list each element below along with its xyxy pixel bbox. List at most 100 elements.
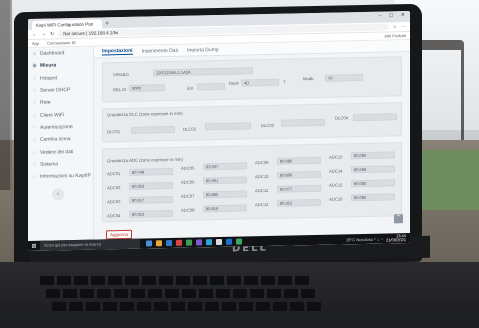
field-label: DLC04 xyxy=(335,115,349,121)
adc-input[interactable]: 80.991 xyxy=(203,176,247,185)
tab-inserimento-dati[interactable]: Inserimento Dati xyxy=(142,47,178,54)
adc-label: ADC04 xyxy=(107,213,121,219)
field-label: DLC01 xyxy=(107,129,121,135)
adc-label: ADC01 xyxy=(107,171,121,177)
sidebar-item-label: Rete xyxy=(40,99,51,107)
adc-input[interactable]: 80.819 xyxy=(203,204,247,213)
taskbar-app-icon[interactable] xyxy=(206,239,212,246)
modb-input[interactable]: 70 xyxy=(325,73,363,82)
keyboard-key xyxy=(46,289,60,298)
adc-input[interactable]: 80.748 xyxy=(129,167,173,176)
menu-item-icon: ◌ xyxy=(33,100,36,107)
adc-input[interactable]: 80.080 xyxy=(351,151,395,160)
menu-item-icon: ⌂ xyxy=(32,50,37,58)
taskbar-app-icon[interactable] xyxy=(226,238,232,245)
sidebar-item-label: Client WiFi xyxy=(40,111,65,119)
adc-input[interactable]: 80.312 xyxy=(277,198,321,207)
adc-label: ADC12 xyxy=(255,201,269,208)
adc-input[interactable]: 80.080 xyxy=(351,179,395,188)
window-controls[interactable]: – ▢ ✕ xyxy=(379,12,408,19)
taskbar-app-icon[interactable] xyxy=(156,240,162,247)
menu-icon[interactable]: ⋯ xyxy=(401,24,406,30)
dlc02-input[interactable] xyxy=(205,122,251,131)
keyboard-key xyxy=(103,302,117,311)
sidebar-item-label: Sistema xyxy=(40,161,59,168)
taskbar-app-icon[interactable] xyxy=(186,239,192,246)
taskbar-app-icon[interactable] xyxy=(216,238,222,246)
star-icon[interactable]: ☆ xyxy=(393,24,397,30)
sidebar-item-label: Misura xyxy=(40,62,57,70)
ent-input[interactable] xyxy=(197,82,225,91)
keyboard-key xyxy=(290,302,304,311)
depli-input[interactable]: 4D xyxy=(241,78,279,87)
bookmark-item[interactable]: App xyxy=(32,41,39,46)
taskbar-app-icon[interactable] xyxy=(166,239,172,247)
dlc04-input[interactable] xyxy=(353,113,397,122)
reload-icon[interactable]: ↻ xyxy=(50,31,54,37)
tab-impostazioni[interactable]: Impostazioni xyxy=(102,47,133,56)
adc-label: ADC08 xyxy=(181,207,195,213)
keyboard-key xyxy=(97,289,111,298)
back-icon[interactable]: ← xyxy=(32,31,37,37)
menu-item-icon: ◌ xyxy=(33,75,36,82)
sidebar-item-label: Dashboard xyxy=(40,50,65,57)
adc-label: ADC10 xyxy=(255,173,269,180)
adc-label: ADC07 xyxy=(181,193,195,199)
adc-input[interactable]: 80.080 xyxy=(277,156,321,165)
scroll-top-button[interactable]: ⌃ xyxy=(394,214,403,224)
taskbar-clock[interactable]: 13:44 21/09/2021 xyxy=(386,233,410,243)
adc-input[interactable]: 80.953 xyxy=(129,181,173,190)
keyboard-key xyxy=(205,302,219,311)
keyboard-key xyxy=(216,289,230,298)
adc-label: ADC11 xyxy=(255,187,269,194)
system-tray[interactable]: 28°C Nuvoloso ^ ⌂ ◔ xyxy=(346,236,386,242)
new-tab-button[interactable]: + xyxy=(102,19,112,28)
keyboard-key xyxy=(148,289,162,298)
keyboard-key xyxy=(171,302,185,311)
adc-input[interactable]: 80.596 xyxy=(351,165,395,174)
keyboard-key xyxy=(301,289,315,298)
adc-input[interactable]: 80.885 xyxy=(203,190,247,199)
bookmark-item[interactable]: Connessione ID xyxy=(47,40,75,46)
field-label: T xyxy=(283,79,286,85)
keyboard-key xyxy=(250,289,264,298)
keyboard-key xyxy=(188,302,202,311)
taskbar-app-icon[interactable] xyxy=(176,239,182,246)
adc-panel: Grandezza ADC (zone espresse in mm) ADC0… xyxy=(102,142,402,223)
adc-input[interactable]: 80.817 xyxy=(129,195,173,204)
tab-importa-dump[interactable]: Importa Dump xyxy=(187,47,219,54)
sidebar-collapse-button[interactable]: ‹ xyxy=(52,188,64,201)
dlc03-input[interactable] xyxy=(281,118,325,127)
taskbar-app-icon[interactable] xyxy=(236,238,242,245)
field-label: Modb xyxy=(303,76,314,82)
dlc01-input[interactable] xyxy=(131,125,175,134)
other-bookmarks[interactable]: Altri Preferiti xyxy=(384,33,410,38)
adc-input[interactable]: 83.397 xyxy=(203,162,247,171)
keyboard-key xyxy=(74,276,88,285)
keyboard-key xyxy=(278,276,292,285)
menu-item-icon: ◌ xyxy=(33,87,36,94)
adc-input[interactable]: 80.313 xyxy=(129,209,173,218)
keyboard-key xyxy=(40,276,54,285)
adc-input[interactable]: 80.077 xyxy=(277,184,321,193)
keyboard-key xyxy=(137,302,151,311)
virabo-input[interactable]: ZDS1234/A 1:1A2A xyxy=(153,67,253,77)
taskbar-search-input[interactable]: Scrivi qui per eseguire la ricerca xyxy=(40,238,140,251)
forward-icon[interactable]: → xyxy=(41,31,46,37)
sidebar-item-informazioni-su-kwpiip[interactable]: ◌ Informazioni su KwpiIP xyxy=(28,170,93,184)
sidebar-item-label: Hotspot xyxy=(40,75,58,82)
adc-input[interactable]: 80.896 xyxy=(277,170,321,179)
taskbar-app-icon[interactable] xyxy=(146,240,152,247)
background-green-panel xyxy=(420,150,479,210)
adc-input[interactable]: 80.080 xyxy=(351,193,395,202)
windows-start-icon[interactable]: ⊞ xyxy=(28,242,40,249)
menu-item-icon: ◌ xyxy=(33,173,36,181)
keyboard-key xyxy=(86,302,100,311)
sidebar-item-label: Vedere dei dati xyxy=(40,148,74,156)
taskbar-app-icon[interactable] xyxy=(196,239,202,246)
rel-id-input[interactable]: 9000 xyxy=(129,84,165,92)
keyboard-key xyxy=(199,289,213,298)
keyboard-key xyxy=(131,289,145,298)
adc-label: ADC06 xyxy=(181,179,195,185)
keyboard-key xyxy=(57,276,71,285)
